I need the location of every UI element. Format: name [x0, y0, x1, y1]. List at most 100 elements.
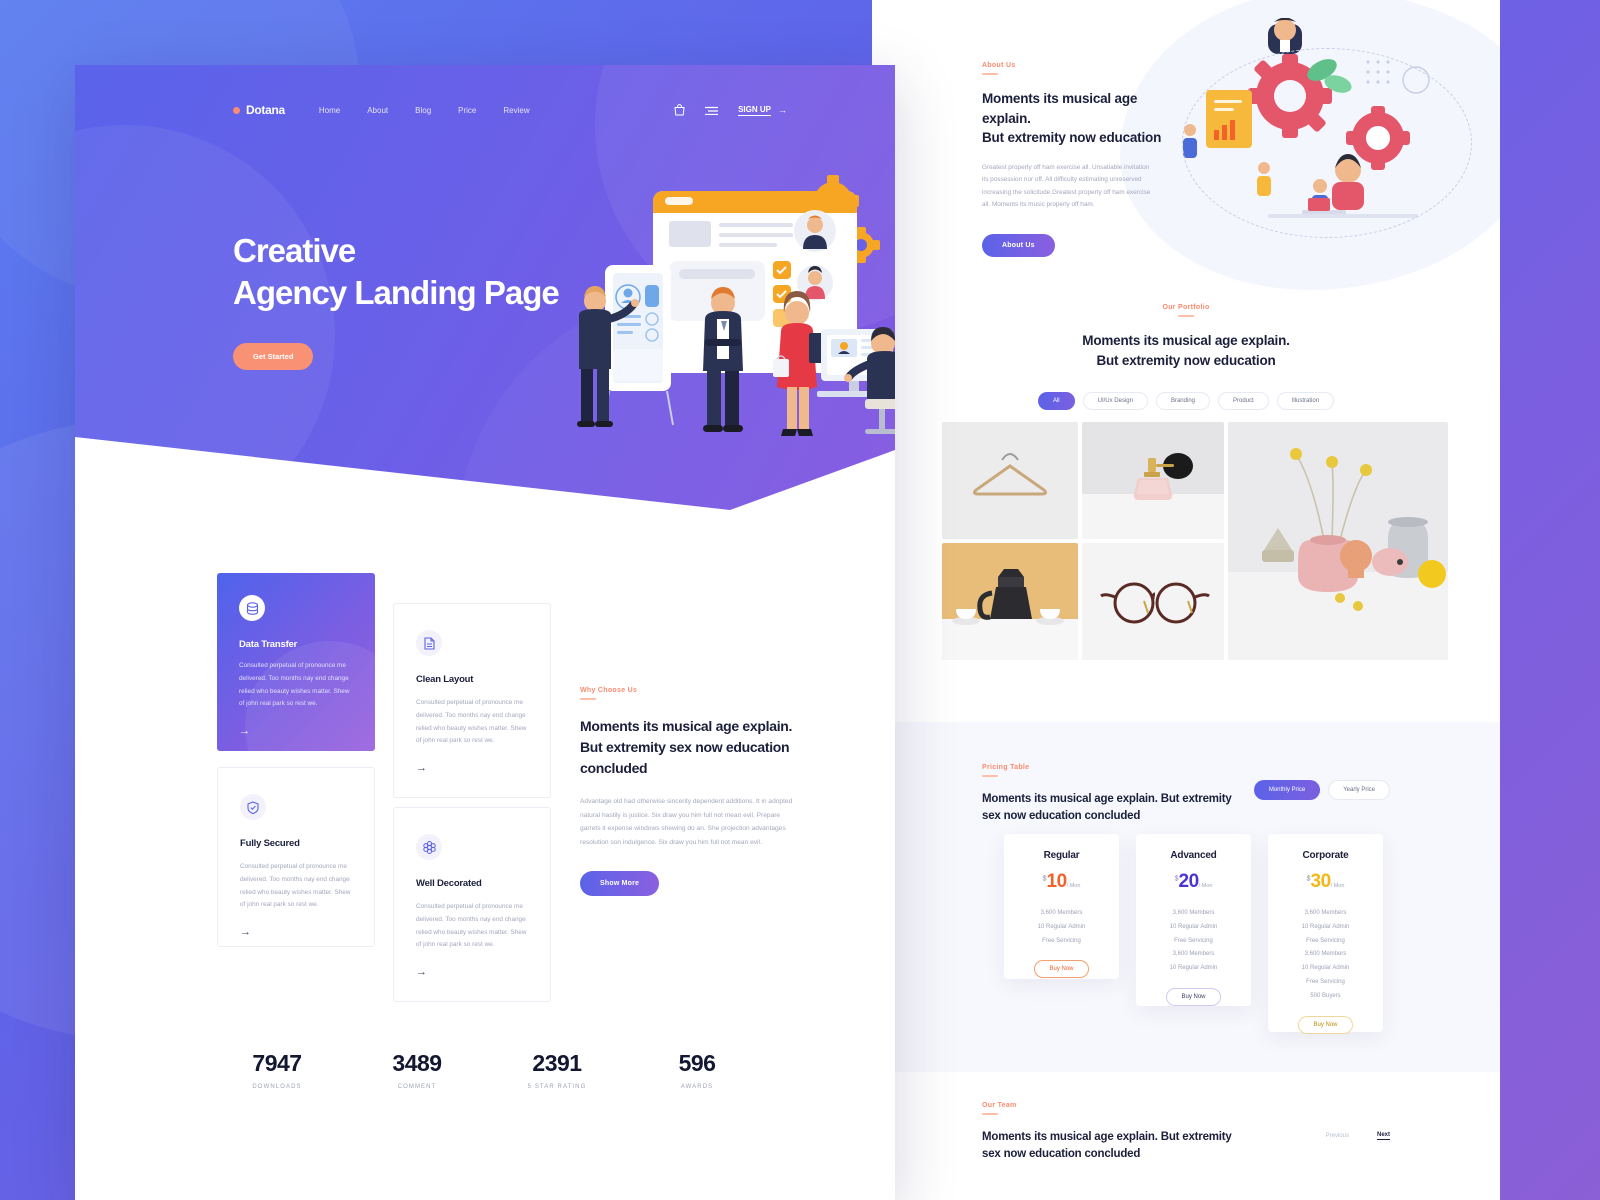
pricing-toggle-yearly[interactable]: Yearly Price	[1328, 780, 1390, 800]
stat-label: DOWNLOADS	[252, 1084, 302, 1090]
feature-card-fully-secured[interactable]: Fully Secured Consulted perpetual of pro…	[217, 767, 375, 947]
about-illustration	[1172, 17, 1492, 258]
kicker-underline	[982, 73, 998, 75]
feature-card-data-transfer[interactable]: Data Transfer Consulted perpetual of pro…	[217, 573, 375, 751]
arrow-right-icon[interactable]: →	[239, 725, 353, 737]
why-choose-us-block: Why Choose Us Moments its musical age ex…	[580, 687, 802, 897]
shield-check-icon	[240, 794, 266, 820]
portfolio-tab-product[interactable]: Product	[1218, 392, 1269, 411]
buy-now-button[interactable]: Buy Now	[1298, 1015, 1353, 1034]
why-choose-heading: Moments its musical age explain. But ext…	[580, 718, 793, 776]
nav-link-review[interactable]: Review	[503, 106, 529, 115]
arrow-right-icon[interactable]: →	[416, 762, 528, 774]
pricing-card-regular[interactable]: Regular $10/ Mon 3,600 Members 10 Regula…	[1004, 834, 1119, 979]
kicker-underline	[1178, 315, 1194, 317]
plan-feature: 10 Regular Admin	[1169, 923, 1218, 930]
feature-title: Well Decorated	[416, 878, 482, 889]
plan-feature: 10 Regular Admin	[1301, 965, 1350, 972]
stat-label: COMMENT	[397, 1084, 437, 1090]
stat-value: 2391	[532, 1050, 582, 1076]
hero-section: Dotana Home About Blog Price Review SIGN…	[75, 65, 895, 510]
portfolio-tab-branding[interactable]: Branding	[1155, 392, 1210, 411]
why-choose-body: Advantage old had otherwise sincerity de…	[580, 798, 793, 846]
plan-feature: Free Servicing	[1306, 978, 1345, 985]
portfolio-heading-line1: Moments its musical age explain.	[1082, 333, 1290, 348]
about-heading-line1: Moments its musical age explain.	[982, 91, 1138, 126]
feature-body: Consulted perpetual of pronounce me deli…	[239, 662, 350, 708]
plan-feature: Free Servicing	[1306, 937, 1345, 944]
pricing-heading-line2: sex now education concluded	[982, 809, 1141, 822]
bag-icon[interactable]	[674, 104, 685, 116]
portfolio-item-perfume-bottle[interactable]	[1082, 422, 1224, 539]
portfolio-item-eyeglasses[interactable]	[1082, 543, 1224, 660]
hero-title-line2: Agency Landing Page	[233, 273, 560, 311]
stat-value: 3489	[392, 1050, 442, 1076]
feature-body: Consulted perpetual of pronounce me deli…	[416, 903, 527, 949]
pricing-section: Pricing Table Moments its musical age ex…	[872, 722, 1500, 1072]
about-section: About Us Moments its musical age explain…	[872, 0, 1500, 290]
portfolio-item-wooden-hanger[interactable]	[942, 422, 1078, 539]
sign-up-arrow-icon: →	[778, 105, 787, 115]
plan-feature: 3,600 Members	[1172, 910, 1215, 916]
kicker-underline	[982, 1113, 998, 1115]
buy-now-button[interactable]: Buy Now	[1166, 987, 1221, 1006]
plan-feature: Free Servicing	[1042, 937, 1081, 944]
portfolio-kicker: Our Portfolio	[1162, 304, 1210, 311]
nav-link-price[interactable]: Price	[458, 106, 476, 115]
team-heading-line2: sex now education concluded	[982, 1147, 1141, 1160]
portfolio-tab-all[interactable]: All	[1037, 392, 1075, 411]
buy-now-button[interactable]: Buy Now	[1034, 960, 1089, 979]
about-us-button[interactable]: About Us	[982, 233, 1055, 257]
stat-label: AWARDS	[680, 1084, 714, 1090]
plan-name: Advanced	[1170, 850, 1217, 861]
pricing-kicker: Pricing Table	[982, 764, 1030, 771]
pricing-card-corporate[interactable]: Corporate $30/ Mon 3,600 Members 10 Regu…	[1268, 834, 1383, 1034]
nav-link-home[interactable]: Home	[319, 106, 340, 115]
portfolio-item-ceramic-vases[interactable]	[1228, 422, 1448, 660]
arrow-right-icon[interactable]: →	[416, 966, 528, 978]
plan-feature: 500 Buyers	[1310, 992, 1341, 999]
pricing-card-advanced[interactable]: Advanced $20/ Mon 3,600 Members 10 Regul…	[1136, 834, 1251, 1006]
brand-logo[interactable]: Dotana	[233, 103, 285, 117]
feature-body: Consulted perpetual of pronounce me deli…	[240, 863, 351, 909]
plan-feature: 3,600 Members	[1304, 951, 1347, 958]
plan-period: / Mon	[1066, 883, 1081, 889]
portfolio-section: Our Portfolio Moments its musical age ex…	[872, 290, 1500, 720]
portfolio-grid	[942, 422, 1448, 660]
hamburger-icon[interactable]	[705, 106, 719, 115]
feature-title: Data Transfer	[239, 639, 298, 650]
team-section: Our Team Moments its musical age explain…	[872, 1072, 1500, 1200]
plan-feature: 10 Regular Admin	[1169, 965, 1218, 972]
stat-downloads: 7947 DOWNLOADS	[217, 1050, 337, 1090]
feature-title: Clean Layout	[416, 674, 474, 685]
feature-card-clean-layout[interactable]: Clean Layout Consulted perpetual of pron…	[393, 603, 551, 798]
pricing-heading-line1: Moments its musical age explain. But ext…	[982, 793, 1232, 805]
plan-feature: 3,600 Members	[1304, 910, 1347, 916]
team-previous-button[interactable]: Previous	[1326, 1133, 1349, 1139]
nav-link-about[interactable]: About	[367, 106, 388, 115]
portfolio-tab-uiux[interactable]: UI/Ux Design	[1082, 392, 1148, 411]
sign-up-button[interactable]: SIGN UP	[738, 105, 771, 116]
team-next-button[interactable]: Next	[1376, 1132, 1390, 1140]
plan-price: 20	[1178, 871, 1200, 892]
why-choose-kicker: Why Choose Us	[580, 687, 638, 694]
portfolio-item-moka-pot[interactable]	[942, 543, 1078, 660]
feature-card-well-decorated[interactable]: Well Decorated Consulted perpetual of pr…	[393, 807, 551, 1002]
team-kicker: Our Team	[982, 1102, 1017, 1109]
navbar: Dotana Home About Blog Price Review SIGN…	[75, 65, 895, 155]
plan-period: / Mon	[1330, 883, 1345, 889]
show-more-button[interactable]: Show More	[580, 871, 660, 897]
get-started-button[interactable]: Get Started	[233, 343, 314, 371]
brand-dot-icon	[233, 106, 240, 114]
plan-price: 30	[1310, 871, 1332, 892]
flower-icon	[416, 834, 442, 860]
plan-period: / Mon	[1198, 883, 1213, 889]
stat-comment: 3489 COMMENT	[357, 1050, 477, 1090]
stat-label: 5 STAR RATING	[527, 1084, 587, 1090]
portfolio-tab-illustration[interactable]: Illustration	[1276, 392, 1335, 411]
nav-link-blog[interactable]: Blog	[415, 106, 431, 115]
pricing-toggle-monthly[interactable]: Monthly Price	[1253, 780, 1321, 800]
feature-title: Fully Secured	[240, 838, 300, 849]
arrow-right-icon[interactable]: →	[240, 926, 352, 938]
plan-feature: 10 Regular Admin	[1301, 923, 1350, 930]
